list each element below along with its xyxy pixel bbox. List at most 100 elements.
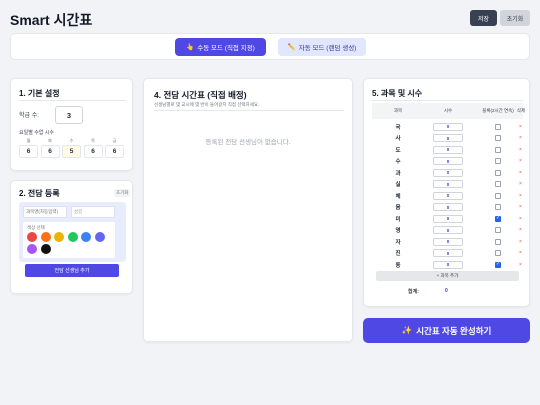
teacher-form: 과목명(자동입력) 성함 색상 선택 (19, 202, 126, 262)
subject-row: 자 0 × (372, 236, 523, 248)
subject-name: 동 (395, 262, 401, 269)
subject-hours-input[interactable]: 0 (433, 191, 463, 200)
block-checkbox[interactable] (495, 123, 501, 130)
assignment-card: 4. 전담 시간표 (직접 배정) 선생님별로 몇 교시에 몇 반이 들어갈지 … (143, 78, 353, 342)
subject-row: 진 0 × (372, 248, 523, 260)
add-subject-button[interactable]: + 과목 추가 (376, 271, 519, 281)
delete-subject-button[interactable]: × (519, 259, 522, 271)
delete-subject-button[interactable]: × (519, 144, 522, 156)
teacher-registration-card: 2. 전담 등록 초기화 과목명(자동입력) 성함 색상 선택 전담 선생님 추… (10, 180, 133, 294)
subject-hours-input[interactable]: 0 (433, 157, 463, 165)
delete-subject-button[interactable]: × (519, 213, 522, 225)
app-header: Smart 시간표 저장 초기화 (10, 10, 530, 28)
subject-hours-input[interactable]: 0 (433, 180, 463, 188)
day-hours: 화6 (40, 138, 60, 160)
block-checkbox[interactable] (495, 261, 501, 268)
sparkles-icon: ✨ (401, 325, 413, 335)
block-checkbox[interactable] (495, 204, 501, 210)
subject-row: 실 0 × (372, 179, 523, 191)
classes-input[interactable]: 3 (55, 106, 83, 124)
manual-mode-label: 수동 모드 (직접 지정) (197, 45, 255, 52)
subject-hours-input[interactable]: 0 (433, 145, 463, 154)
day-hours: 금6 (105, 138, 124, 160)
empty-message: 등록된 전담 선생님이 없습니다. (205, 139, 291, 146)
subject-hours-input[interactable]: 0 (433, 203, 463, 211)
subject-hours-input[interactable]: 0 (433, 168, 463, 177)
subject-name: 국 (395, 124, 401, 131)
day-hours-input[interactable]: 5 (62, 145, 81, 158)
delete-subject-button[interactable]: × (519, 121, 522, 133)
block-checkbox[interactable] (495, 135, 501, 141)
color-swatch[interactable] (81, 232, 91, 242)
block-checkbox[interactable] (495, 169, 501, 176)
subject-hours-input[interactable]: 0 (433, 214, 463, 223)
color-swatch[interactable] (27, 244, 37, 254)
delete-subject-button[interactable]: × (519, 248, 522, 260)
header-block: 블록(2시간 연속) (482, 108, 514, 114)
add-teacher-button[interactable]: 전담 선생님 추가 (25, 264, 119, 277)
subject-hours-input[interactable]: 0 (433, 237, 463, 246)
auto-mode-button[interactable]: ✏️ 자동 모드 (랜덤 생성) (278, 38, 366, 56)
day-label: 월 (26, 138, 31, 143)
subject-hours-input[interactable]: 0 (433, 122, 463, 131)
assignment-subtitle: 선생님별로 몇 교시에 몇 반이 들어갈지 직접 선택하세요. (154, 102, 260, 107)
subject-row: 수 0 × (372, 156, 523, 168)
day-hours-input[interactable]: 6 (19, 145, 38, 158)
subject-name: 미 (395, 216, 401, 223)
day-label: 수 (69, 138, 74, 143)
sum-value: 0 (445, 288, 448, 294)
day-hours-input[interactable]: 6 (83, 145, 103, 158)
color-swatch[interactable] (94, 232, 105, 242)
day-hours-input[interactable]: 6 (105, 145, 124, 158)
auto-mode-label: 자동 모드 (랜덤 생성) (298, 45, 357, 52)
reset-button[interactable]: 초기화 (500, 10, 530, 26)
subject-name: 사 (395, 136, 401, 143)
pointing-hand-icon: 👆 (186, 44, 195, 51)
block-checkbox[interactable] (495, 158, 501, 164)
block-checkbox[interactable] (495, 192, 501, 199)
color-swatch[interactable] (54, 232, 64, 242)
teacher-name-input[interactable]: 성함 (71, 206, 115, 218)
delete-subject-button[interactable]: × (519, 225, 522, 237)
teacher-reset-button[interactable]: 초기화 (114, 189, 131, 197)
block-checkbox[interactable] (495, 146, 501, 153)
block-checkbox[interactable] (495, 238, 501, 245)
subject-hours-input[interactable]: 0 (433, 134, 463, 142)
block-checkbox[interactable] (495, 181, 501, 187)
subject-name: 과 (395, 170, 401, 177)
assignment-title: 4. 전담 시간표 (직접 배정) (154, 90, 247, 100)
delete-subject-button[interactable]: × (519, 133, 522, 145)
save-button[interactable]: 저장 (470, 10, 497, 26)
subject-name: 실 (395, 182, 401, 189)
delete-subject-button[interactable]: × (519, 190, 522, 202)
delete-subject-button[interactable]: × (519, 202, 522, 214)
subject-row: 동 0 × (372, 259, 523, 271)
color-picker-label: 색상 선택 (27, 225, 45, 230)
subject-row: 국 0 × (372, 121, 523, 133)
app-title: Smart 시간표 (10, 12, 93, 28)
day-hours-input[interactable]: 6 (40, 145, 60, 158)
block-checkbox[interactable] (495, 227, 501, 233)
delete-subject-button[interactable]: × (519, 236, 522, 248)
subject-name-input[interactable]: 과목명(자동입력) (23, 206, 67, 218)
delete-subject-button[interactable]: × (519, 179, 522, 191)
auto-complete-button[interactable]: ✨ 시간표 자동 완성하기 (363, 318, 530, 343)
delete-subject-button[interactable]: × (519, 156, 522, 168)
subject-name: 음 (395, 205, 401, 212)
block-checkbox[interactable] (495, 215, 501, 222)
subject-name: 체 (395, 193, 401, 200)
delete-subject-button[interactable]: × (519, 167, 522, 179)
basic-settings-card: 1. 기본 설정 학급 수: 3 요일별 수업 시수 월6화6수5목6금6 (10, 78, 133, 171)
subject-hours-input[interactable]: 0 (433, 249, 463, 257)
manual-mode-button[interactable]: 👆 수동 모드 (직접 지정) (175, 38, 266, 56)
color-swatch[interactable] (27, 232, 37, 242)
color-swatch[interactable] (40, 232, 51, 242)
block-checkbox[interactable] (495, 250, 501, 256)
subject-hours-input[interactable]: 0 (433, 260, 463, 269)
color-swatch[interactable] (40, 244, 51, 254)
subject-hours-input[interactable]: 0 (433, 226, 463, 234)
basic-settings-title: 1. 기본 설정 (19, 89, 60, 98)
auto-complete-label: 시간표 자동 완성하기 (416, 325, 492, 336)
color-swatch[interactable] (67, 232, 78, 242)
subject-name: 자 (395, 239, 401, 246)
